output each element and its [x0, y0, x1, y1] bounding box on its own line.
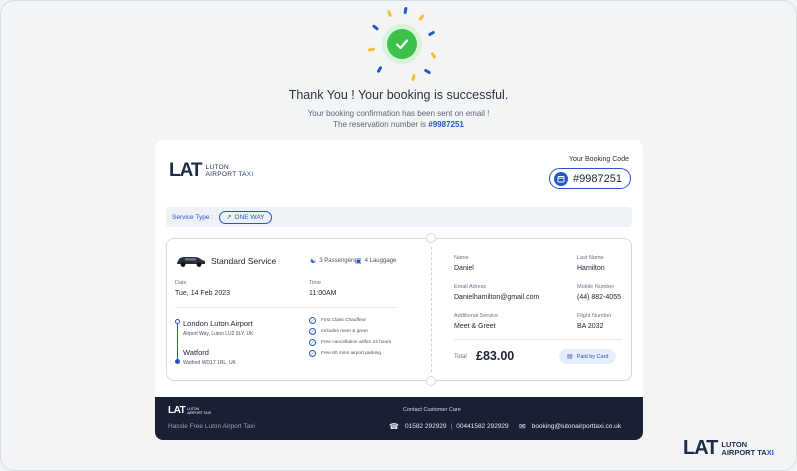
destination-dot: [175, 359, 180, 364]
booking-code-pill: #9987251: [549, 168, 631, 189]
trip-ticket: Standard Service ☯ 3 Passengers ▣ 4 Laug…: [166, 233, 632, 386]
feature-item: ✓ Includes meet & greet: [309, 328, 368, 335]
luggage-info: ▣ 4 Lauggage: [355, 258, 397, 265]
mobile-label: Mobile Number: [577, 284, 615, 290]
last-name-label: Last Name: [577, 255, 604, 261]
destination-address: Watford WD17 1RL, UK: [183, 360, 236, 366]
corner-brand-logo: LAT LUTON AIRPORT TAXI: [683, 437, 774, 459]
feature-item: ✓ Free cancellation within 24 hours: [309, 339, 392, 346]
success-badge: [367, 6, 437, 82]
car-icon: [175, 254, 207, 273]
customer-care-label: Contact Customer Care: [403, 407, 461, 413]
card-icon: ▤: [567, 354, 573, 360]
total-value: £83.00: [476, 349, 515, 363]
booking-code-value: #9987251: [573, 172, 622, 185]
time-label: Time: [309, 280, 322, 286]
origin-address: Airport Way, Luton LU2 9LY, UK: [183, 331, 254, 337]
booking-code-label: Your Booking Code: [568, 156, 629, 163]
feature-item: ✓ Free 60 mins airport parking: [309, 350, 381, 357]
ticket-notch-top: [426, 233, 436, 243]
luggage-icon: ▣: [355, 258, 362, 265]
origin-place: London Luton Airport: [183, 319, 253, 328]
total-label: Total: [454, 354, 467, 360]
customer-divider: [454, 339, 622, 340]
name-value: Daniel: [454, 265, 474, 272]
date-label: Date: [175, 280, 187, 286]
check-circle-icon: ✓: [309, 350, 316, 357]
footer: LAT LUTON AIRPORT TAXI Hassle Free Luton…: [155, 397, 643, 440]
calendar-icon: [554, 171, 569, 186]
additional-service-label: Additional Service: [454, 313, 499, 319]
ticket-notch-bottom: [426, 376, 436, 386]
one-way-badge: ↗ ONE WAY: [219, 210, 272, 224]
user-icon: ☯: [310, 258, 317, 265]
flight-number-value: BA 2032: [577, 323, 604, 330]
email-label: Email Adress: [454, 284, 487, 290]
booking-card: LAT LUTON AIRPORT TAXI Your Booking Code…: [155, 140, 643, 440]
arrow-up-right-icon: ↗: [226, 214, 232, 221]
mobile-value: (44) 882-4055: [577, 294, 621, 301]
brand-logo: LAT LUTON AIRPORT TAXI: [169, 160, 253, 182]
service-type-bar: Service Type : ↗ ONE WAY: [166, 207, 632, 227]
flight-number-label: Flight Number: [577, 313, 612, 319]
time-value: 11:00AM: [309, 290, 337, 297]
additional-service-value: Meet & Greet: [454, 323, 496, 330]
footer-logo: LAT LUTON AIRPORT TAXI: [168, 405, 212, 416]
date-value: Tue, 14 Feb 2023: [175, 290, 231, 297]
trip-divider: [175, 307, 397, 308]
footer-tagline: Hassle Free Luton Airport Taxi: [168, 423, 255, 430]
last-name-value: Hamilton: [577, 265, 605, 272]
phone-icon: ☎: [389, 422, 399, 431]
logo-text: LUTON AIRPORT TAXI: [205, 163, 254, 179]
service-name: Standard Service: [211, 256, 277, 266]
reservation-number: #9987251: [428, 120, 464, 129]
destination-place: Watford: [183, 348, 209, 357]
phone-contact[interactable]: ☎ 01582 292929 | 00441582 292929: [389, 422, 509, 431]
success-title: Thank You ! Your booking is successful.: [288, 88, 509, 102]
email-sent-note: Your booking confirmation has been sent …: [307, 109, 490, 118]
email-value: Danielhamilton@gmail.com: [454, 294, 540, 301]
check-circle-icon: ✓: [309, 339, 316, 346]
route-line: [177, 321, 178, 361]
reservation-prefix: The reservation number is: [333, 120, 429, 129]
ticket-perforation: [431, 247, 432, 372]
logo-mark: LAT: [169, 160, 203, 181]
check-circle-icon: ✓: [309, 317, 316, 324]
reservation-note: The reservation number is #9987251: [0, 120, 797, 129]
origin-dot: [175, 319, 180, 324]
check-icon: [387, 29, 417, 59]
email-contact[interactable]: ✉ booking@lutonairporttaxi.co.uk: [519, 422, 621, 431]
paid-by-card-badge: ▤ Paid by Card: [559, 349, 617, 364]
passengers-info: ☯ 3 Passengers: [310, 258, 356, 265]
mail-icon: ✉: [519, 422, 526, 431]
check-circle-icon: ✓: [309, 328, 316, 335]
service-type-label: Service Type :: [172, 213, 214, 221]
name-label: Name: [454, 255, 469, 261]
feature-item: ✓ First Class Chauffeur: [309, 317, 366, 324]
